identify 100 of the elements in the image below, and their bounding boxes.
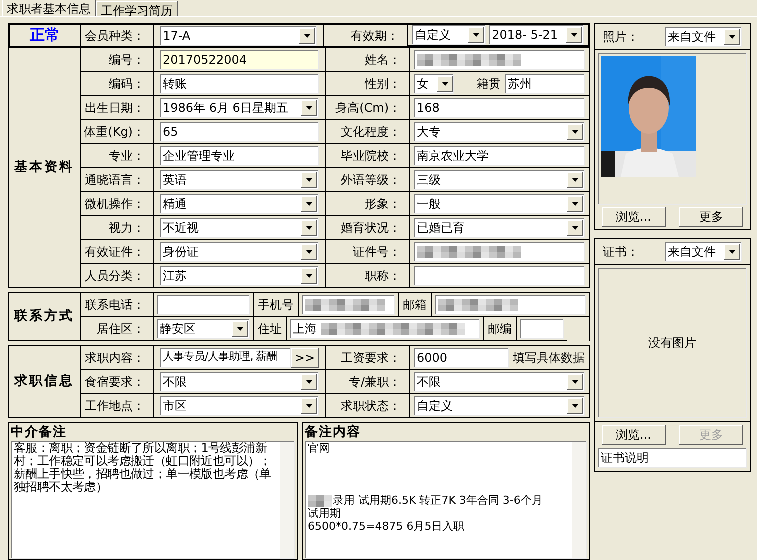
dropdown-button[interactable] xyxy=(468,27,484,43)
remark-textarea[interactable]: 官网 录用 试用期6.5K 转正7K 3年合同 3-6个月 试用期 6500*0.75=4875 6月5日入职 xyxy=(305,441,587,559)
browse-button[interactable]: 浏览... xyxy=(602,425,666,445)
field-label: 求职内容： xyxy=(85,350,145,366)
select-field[interactable]: 不限 xyxy=(414,372,585,392)
caret-icon xyxy=(306,106,312,110)
input-field[interactable] xyxy=(520,318,564,338)
input-field[interactable] xyxy=(414,50,585,70)
select-field[interactable]: 自定义 xyxy=(412,25,486,45)
input-field[interactable] xyxy=(302,294,395,314)
field-label: 住址 xyxy=(258,320,282,338)
caret-icon xyxy=(572,226,578,230)
caret-icon xyxy=(572,380,578,384)
input-field[interactable]: 苏州 xyxy=(505,74,585,94)
field-label: 编号： xyxy=(109,52,145,68)
dropdown-button[interactable] xyxy=(724,28,740,44)
field-label: 通晓语言： xyxy=(85,172,145,188)
hint-text: 填写具体数据 xyxy=(513,350,585,366)
dropdown-button[interactable] xyxy=(301,172,317,188)
select-field[interactable]: 不近视 xyxy=(160,218,319,238)
dropdown-button[interactable] xyxy=(301,196,317,212)
caret-icon xyxy=(306,202,312,206)
field-label: 视力： xyxy=(109,220,145,236)
select-field[interactable]: 自定义 xyxy=(414,396,585,416)
dropdown-button[interactable] xyxy=(301,244,317,260)
select-field[interactable]: 已婚已育 xyxy=(414,218,585,238)
input-field[interactable] xyxy=(435,294,586,314)
select-field[interactable]: 江苏 xyxy=(160,266,319,286)
more-button[interactable]: >> xyxy=(290,348,319,368)
select-field[interactable]: 17-A xyxy=(160,26,318,46)
field-label: 邮编 xyxy=(488,320,512,338)
dropdown-button[interactable] xyxy=(724,244,740,260)
dropdown-button[interactable] xyxy=(232,320,248,336)
input-field[interactable]: 企业管理专业 xyxy=(160,146,319,166)
tab[interactable]: 求职者基本信息 xyxy=(2,0,96,16)
select-field[interactable]: 大专 xyxy=(414,122,585,142)
select-field[interactable]: 来自文件 xyxy=(665,26,742,46)
scrollbar[interactable] xyxy=(572,442,586,558)
input-field[interactable]: 65 xyxy=(160,122,319,142)
input-field[interactable] xyxy=(414,266,585,286)
caret-icon xyxy=(306,250,312,254)
input-field[interactable]: 168 xyxy=(414,98,585,118)
input-field[interactable]: 南京农业大学 xyxy=(414,146,585,166)
caret-icon xyxy=(728,34,736,38)
input-field[interactable]: 人事专员/人事助理, 薪酬 xyxy=(160,348,291,368)
dropdown-button[interactable] xyxy=(301,220,317,236)
select-field[interactable]: 静安区 xyxy=(157,318,250,338)
dropdown-button[interactable] xyxy=(301,268,317,284)
dropdown-button[interactable] xyxy=(301,374,317,390)
note-textarea[interactable]: 客服：离职；资金链断了所以离职；1号线彭浦新村；工作稳定可以考虑搬迁（虹口附近也可以）；薪酬上手快些，招聘也做过；单一模版也考虑（单独招聘不太考虑） xyxy=(11,441,295,559)
input-field[interactable]: 20170522004 xyxy=(160,50,319,70)
caret-icon xyxy=(306,226,312,230)
input-field[interactable]: 6000 xyxy=(414,348,509,368)
dropdown-button[interactable] xyxy=(566,27,582,43)
select-field[interactable]: 精通 xyxy=(160,194,319,214)
dropdown-button[interactable] xyxy=(437,76,453,92)
input-field[interactable]: 证书说明 xyxy=(598,448,747,468)
field-label: 人员分类： xyxy=(85,268,145,284)
field-label: 文化程度： xyxy=(341,124,401,140)
select-field[interactable]: 不限 xyxy=(160,372,319,392)
dropdown-button[interactable] xyxy=(301,398,317,414)
field-label: 有效证件： xyxy=(85,244,145,260)
dropdown-button[interactable] xyxy=(567,374,583,390)
select-field[interactable]: 2018- 5-21 xyxy=(489,25,584,45)
select-field[interactable]: 女 xyxy=(414,74,454,94)
select-field[interactable]: 1986年 6月 6日星期五 xyxy=(160,98,319,118)
empty-text: 没有图片 xyxy=(648,335,696,352)
field-label: 外语等级： xyxy=(341,172,401,188)
field-label: 居住区： xyxy=(97,320,145,338)
dropdown-button[interactable] xyxy=(567,398,583,414)
dropdown-button[interactable] xyxy=(299,28,316,44)
field-label: 照片： xyxy=(603,28,640,46)
dropdown-button[interactable] xyxy=(567,220,583,236)
scrollbar[interactable] xyxy=(280,442,294,558)
input-field[interactable] xyxy=(157,294,250,314)
dropdown-button[interactable] xyxy=(567,172,583,188)
note-line: 6500*0.75=4875 6月5日入职 xyxy=(308,520,465,533)
tab[interactable]: 工作学习简历 xyxy=(96,1,178,16)
select-field[interactable]: 一般 xyxy=(414,194,585,214)
field-label: 会员种类： xyxy=(85,28,146,44)
input-field[interactable] xyxy=(414,242,585,262)
input-field[interactable]: 转账 xyxy=(160,74,319,94)
field-label: 有效期： xyxy=(351,28,400,44)
dropdown-button[interactable] xyxy=(567,196,583,212)
field-label: 食宿要求： xyxy=(85,374,145,390)
select-field[interactable]: 身份证 xyxy=(160,242,319,262)
select-field[interactable]: 来自文件 xyxy=(665,242,742,262)
select-field[interactable]: 三级 xyxy=(414,170,585,190)
field-label: 专业： xyxy=(109,148,145,164)
input-field[interactable]: 上海 xyxy=(290,318,480,338)
group-title: 备注内容 xyxy=(305,425,362,441)
browse-button[interactable]: 浏览... xyxy=(602,207,666,227)
dropdown-button[interactable] xyxy=(301,100,317,116)
select-field[interactable]: 英语 xyxy=(160,170,319,190)
select-field[interactable]: 市区 xyxy=(160,396,319,416)
group-title: 中介备注 xyxy=(11,425,68,441)
dropdown-button[interactable] xyxy=(567,124,583,140)
browse-button[interactable]: 更多 xyxy=(679,207,744,227)
section-title: 基本资料 xyxy=(14,158,74,177)
caret-icon xyxy=(728,250,736,254)
